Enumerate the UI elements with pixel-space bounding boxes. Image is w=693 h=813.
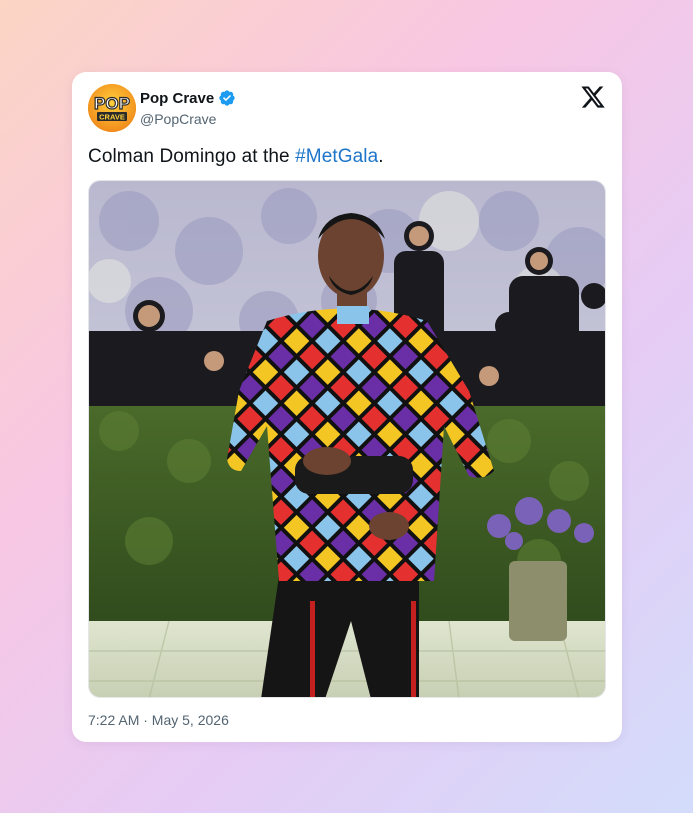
author-display-name[interactable]: Pop Crave bbox=[140, 90, 214, 107]
tweet-text-end: . bbox=[378, 146, 384, 167]
avatar-text-top: POP bbox=[94, 94, 130, 113]
hashtag-link[interactable]: #MetGala bbox=[295, 146, 378, 167]
tweet-photo-image bbox=[89, 181, 605, 697]
tweet-text: Colman Domingo at the #MetGala. bbox=[88, 146, 384, 168]
pop-crave-logo-icon: POP CRAVE bbox=[88, 84, 136, 132]
x-logo-icon[interactable] bbox=[580, 84, 606, 110]
avatar[interactable]: POP CRAVE bbox=[88, 84, 136, 132]
tweet-card[interactable]: POP CRAVE Pop Crave @PopCrave Colman Dom… bbox=[72, 72, 622, 742]
tweet-timestamp[interactable]: 7:22 AM · May 5, 2026 bbox=[88, 712, 229, 728]
tweet-text-body: Colman Domingo at the bbox=[88, 146, 296, 167]
avatar-text-bottom: CRAVE bbox=[99, 113, 125, 122]
author-handle[interactable]: @PopCrave bbox=[140, 111, 216, 127]
author-name-row[interactable]: Pop Crave bbox=[140, 89, 236, 107]
verified-badge-icon bbox=[219, 90, 235, 106]
tweet-photo[interactable] bbox=[88, 180, 606, 698]
